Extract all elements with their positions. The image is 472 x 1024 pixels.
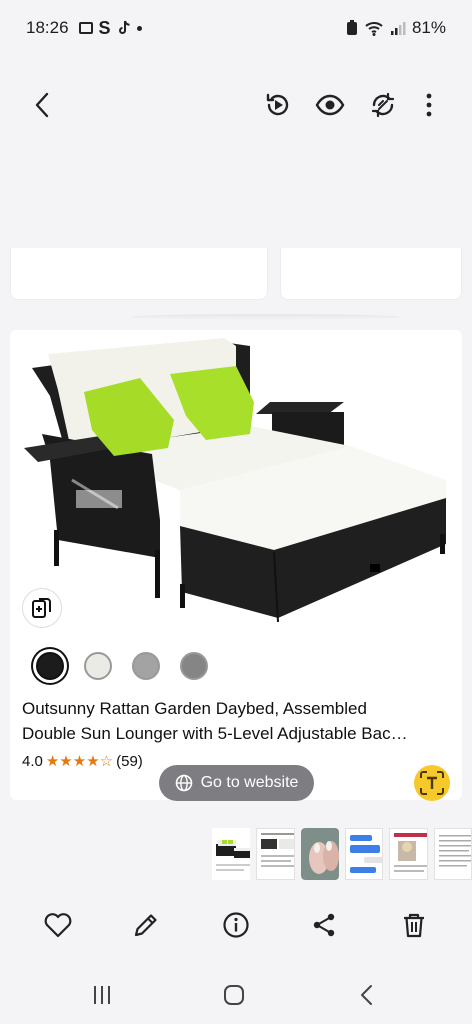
thumbnail-daybed-image xyxy=(212,828,251,880)
app-letter-icon: S xyxy=(98,17,111,38)
battery-level: 81% xyxy=(411,18,446,37)
ghost-card xyxy=(10,248,268,300)
color-swatches xyxy=(36,652,208,680)
product-image[interactable] xyxy=(10,330,462,638)
info-icon[interactable] xyxy=(221,910,251,940)
motion-photo-icon[interactable] xyxy=(263,90,293,120)
edit-icon[interactable] xyxy=(131,910,161,940)
rating-stars: ★★★★☆ xyxy=(45,753,114,770)
back-icon[interactable] xyxy=(28,90,58,120)
signal-icon xyxy=(390,22,406,35)
wifi-icon xyxy=(365,22,383,36)
previous-cards-edge xyxy=(10,248,462,300)
more-vert-icon[interactable] xyxy=(414,90,444,120)
status-bar: 18:26 S 81% xyxy=(0,0,472,56)
rating-value: 4.0 xyxy=(22,752,43,770)
swatch-cream[interactable] xyxy=(84,652,112,680)
view-in-room-button[interactable] xyxy=(22,588,62,628)
go-to-website-label: Go to website xyxy=(200,774,299,791)
more-notifications-dot xyxy=(136,25,142,31)
ar-cards-icon xyxy=(32,598,51,618)
heart-icon[interactable] xyxy=(43,910,73,940)
thumbnail-product-page-image xyxy=(261,833,294,867)
viewer-top-bar xyxy=(0,78,472,134)
thumbnail-document[interactable] xyxy=(433,828,472,880)
swatch-grey[interactable] xyxy=(132,652,160,680)
home-icon[interactable] xyxy=(221,982,247,1008)
review-count: (59) xyxy=(116,752,143,770)
thumbnail-nails[interactable] xyxy=(300,828,339,880)
swatch-dark-grey[interactable] xyxy=(180,652,208,680)
product-title-line-2: Double Sun Lounger with 5-Level Adjustab… xyxy=(22,724,408,743)
thumbnail-strip xyxy=(212,828,472,882)
system-nav-bar xyxy=(0,972,472,1016)
ghost-card xyxy=(280,248,462,300)
trash-icon[interactable] xyxy=(399,910,429,940)
globe-icon xyxy=(175,774,192,792)
gallery-notification-icon xyxy=(78,22,93,34)
thumbnail-chat-image xyxy=(349,835,383,873)
product-card[interactable]: Outsunny Rattan Garden Daybed, Assembled… xyxy=(10,330,462,800)
thumbnail-product-page[interactable] xyxy=(256,828,295,880)
thumbnail-current[interactable] xyxy=(212,828,251,880)
battery-saver-icon xyxy=(346,20,357,35)
swatch-black[interactable] xyxy=(36,652,64,680)
gallery-action-bar xyxy=(0,900,472,950)
thumbnail-chat[interactable] xyxy=(344,828,384,880)
product-title[interactable]: Outsunny Rattan Garden Daybed, Assembled… xyxy=(22,696,450,746)
remaster-icon[interactable] xyxy=(368,90,398,120)
rating-row[interactable]: 4.0 ★★★★☆ (59) xyxy=(22,752,143,771)
back-nav-icon[interactable] xyxy=(354,982,380,1008)
eye-icon[interactable] xyxy=(315,90,345,120)
status-time: 18:26 xyxy=(26,18,69,37)
product-title-line-1: Outsunny Rattan Garden Daybed, Assembled xyxy=(22,699,367,718)
thumbnail-article-image xyxy=(394,833,427,872)
thumbnail-nails-image xyxy=(300,828,339,880)
tiktok-icon xyxy=(118,20,130,34)
thumbnail-document-image xyxy=(438,835,472,867)
text-scan-icon xyxy=(420,771,444,795)
thumbnail-article[interactable] xyxy=(389,828,428,880)
go-to-website-button[interactable]: Go to website xyxy=(159,765,314,801)
divider-shadow xyxy=(130,314,400,320)
share-icon[interactable] xyxy=(309,910,339,940)
recents-icon[interactable] xyxy=(89,982,115,1008)
extract-text-button[interactable] xyxy=(414,765,450,801)
